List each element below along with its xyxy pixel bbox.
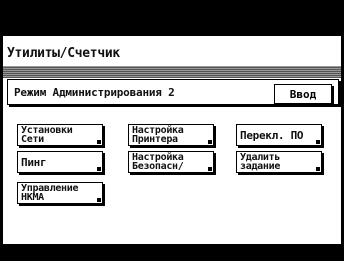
delete-job-button[interactable]: Удалить задание — [236, 151, 322, 173]
hdd-management-line2: НКМА — [21, 192, 44, 203]
switch-software-button[interactable]: Перекл. ПО — [236, 124, 322, 146]
network-settings-line2: Сети — [21, 134, 44, 145]
mode-label: Режим Администрирования 2 — [14, 86, 175, 99]
security-settings-line2: Безопасн/ — [132, 161, 184, 172]
corner-marker-icon — [97, 198, 101, 202]
delete-job-line2: задание — [240, 161, 281, 172]
switch-software-label: Перекл. ПО — [240, 128, 304, 142]
header-band — [3, 66, 341, 78]
ping-button[interactable]: Пинг — [17, 151, 103, 173]
page-title: Утилиты/Счетчик — [7, 46, 120, 61]
security-settings-button[interactable]: Настройка Безопасн/ — [128, 151, 214, 173]
screen: Утилиты/Счетчик Режим Администрирования … — [0, 0, 344, 261]
corner-marker-icon — [97, 140, 101, 144]
hdd-management-button[interactable]: Управление НКМА — [17, 182, 103, 204]
printer-settings-button[interactable]: Настройка Принтера — [128, 124, 214, 146]
corner-marker-icon — [97, 167, 101, 171]
ping-label: Пинг — [21, 155, 47, 169]
corner-marker-icon — [316, 167, 320, 171]
corner-marker-icon — [316, 140, 320, 144]
bottom-bezel — [0, 244, 344, 261]
top-bezel — [0, 0, 344, 36]
corner-marker-icon — [208, 167, 212, 171]
printer-settings-line2: Принтера — [132, 134, 178, 145]
enter-button[interactable]: Ввод — [274, 84, 332, 104]
corner-marker-icon — [208, 140, 212, 144]
network-settings-button[interactable]: Установки Сети — [17, 124, 103, 146]
